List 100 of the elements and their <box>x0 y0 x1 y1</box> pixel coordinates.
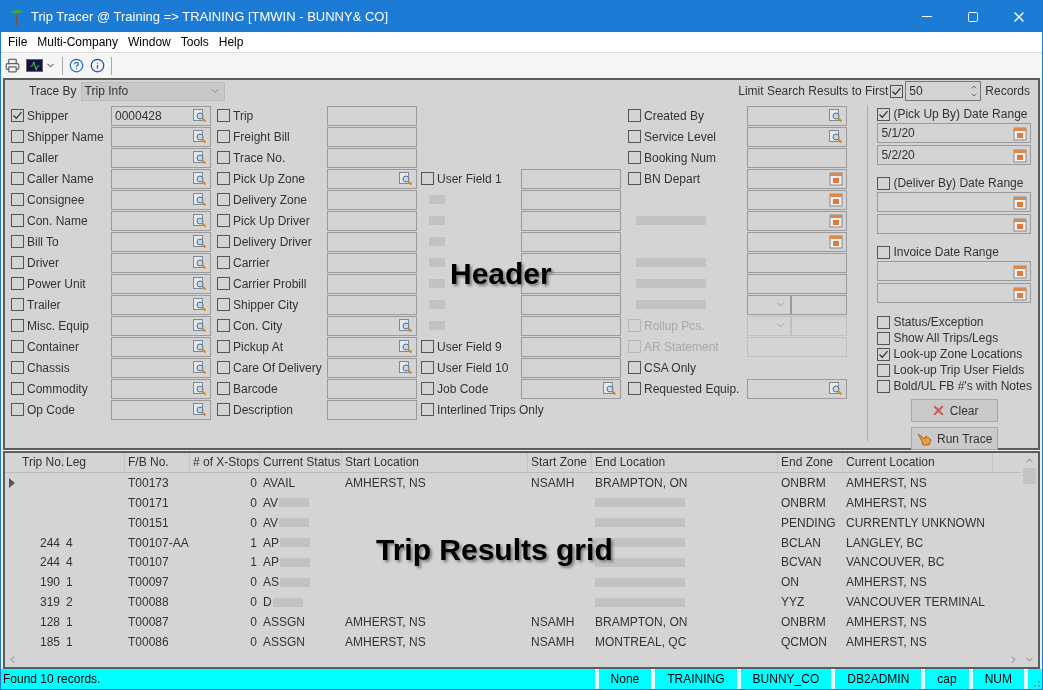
column-header[interactable]: Start Location <box>342 453 528 472</box>
lookup-icon[interactable] <box>602 381 617 396</box>
calendar-icon[interactable] <box>1013 263 1028 279</box>
lookup-icon[interactable] <box>192 171 207 186</box>
checkbox[interactable] <box>217 403 230 416</box>
input-field[interactable]: 0000428 <box>111 105 211 126</box>
input-field[interactable] <box>111 168 211 189</box>
lookup-icon[interactable] <box>398 318 413 333</box>
input-field[interactable] <box>327 210 417 231</box>
input-field[interactable] <box>877 192 1032 212</box>
lookup-icon[interactable] <box>398 360 413 375</box>
checkbox[interactable] <box>628 109 641 122</box>
column-header[interactable]: Leg <box>63 453 125 472</box>
column-header[interactable]: Trip No. <box>19 453 63 472</box>
input-field[interactable] <box>327 336 417 357</box>
lookup-icon[interactable] <box>398 339 413 354</box>
checkbox[interactable] <box>11 214 24 227</box>
input-field[interactable] <box>327 189 417 210</box>
checkbox[interactable] <box>890 84 904 98</box>
input-field[interactable] <box>327 273 417 294</box>
checkbox[interactable] <box>217 340 230 353</box>
input-field[interactable] <box>327 231 417 252</box>
menu-item[interactable]: File <box>3 33 33 51</box>
lookup-icon[interactable] <box>192 276 207 291</box>
clear-button[interactable]: Clear <box>911 399 999 422</box>
calendar-icon[interactable] <box>1013 194 1028 210</box>
input-field[interactable] <box>747 168 847 189</box>
input-field[interactable] <box>877 261 1032 281</box>
lookup-icon[interactable] <box>192 213 207 228</box>
lookup-icon[interactable] <box>192 360 207 375</box>
lookup-icon[interactable] <box>192 234 207 249</box>
input-field[interactable] <box>327 252 417 273</box>
checkbox[interactable] <box>11 109 24 122</box>
checkbox[interactable] <box>877 347 891 361</box>
lookup-icon[interactable] <box>192 192 207 207</box>
resize-grip[interactable] <box>1028 669 1042 689</box>
checkbox[interactable] <box>11 403 24 416</box>
dropdown[interactable] <box>747 294 791 315</box>
lookup-icon[interactable] <box>828 129 843 144</box>
checkbox[interactable] <box>877 315 891 329</box>
input-field[interactable] <box>521 189 621 210</box>
checkbox[interactable] <box>11 277 24 290</box>
column-header[interactable]: Current Status <box>260 453 342 472</box>
input-field[interactable] <box>521 231 621 252</box>
checkbox[interactable] <box>11 256 24 269</box>
lookup-icon[interactable] <box>192 255 207 270</box>
calendar-icon[interactable] <box>1013 125 1028 141</box>
checkbox[interactable] <box>628 172 641 185</box>
input-field[interactable] <box>747 189 847 210</box>
column-header[interactable]: Start Zone <box>528 453 592 472</box>
trace-by-dropdown[interactable]: Trip Info <box>80 81 225 101</box>
lookup-icon[interactable] <box>192 381 207 396</box>
checkbox[interactable] <box>421 382 434 395</box>
input-field[interactable] <box>747 273 847 294</box>
checkbox[interactable] <box>217 361 230 374</box>
checkbox[interactable] <box>628 151 641 164</box>
input-field[interactable] <box>111 336 211 357</box>
monitor-icon[interactable] <box>26 59 43 72</box>
checkbox[interactable] <box>217 193 230 206</box>
checkbox[interactable] <box>217 319 230 332</box>
checkbox[interactable] <box>877 331 891 345</box>
run-trace-button[interactable]: Run Trace <box>911 427 999 450</box>
records-spinner[interactable]: 50 <box>905 81 982 101</box>
input-field[interactable] <box>791 294 847 315</box>
checkbox[interactable] <box>421 361 434 374</box>
input-field[interactable] <box>111 126 211 147</box>
checkbox[interactable] <box>877 245 891 259</box>
checkbox[interactable] <box>11 340 24 353</box>
calendar-icon[interactable] <box>1013 285 1028 301</box>
lookup-icon[interactable] <box>828 108 843 123</box>
input-field[interactable] <box>327 315 417 336</box>
column-header[interactable]: F/B No. <box>125 453 190 472</box>
info-icon[interactable] <box>90 58 105 73</box>
input-field[interactable] <box>747 147 847 168</box>
calendar-icon[interactable] <box>829 213 843 228</box>
lookup-icon[interactable] <box>192 150 207 165</box>
checkbox[interactable] <box>11 361 24 374</box>
checkbox[interactable] <box>421 403 434 416</box>
calendar-icon[interactable] <box>829 192 843 207</box>
checkbox[interactable] <box>217 214 230 227</box>
column-header[interactable]: Current Location <box>843 453 993 472</box>
checkbox[interactable] <box>11 151 24 164</box>
checkbox[interactable] <box>217 382 230 395</box>
input-field[interactable] <box>747 105 847 126</box>
menu-item[interactable]: Help <box>213 33 249 51</box>
input-field[interactable] <box>521 210 621 231</box>
calendar-icon[interactable] <box>1013 216 1028 232</box>
checkbox[interactable] <box>217 151 230 164</box>
menu-item[interactable]: Multi-Company <box>32 33 124 51</box>
input-field[interactable] <box>327 294 417 315</box>
lookup-icon[interactable] <box>192 318 207 333</box>
checkbox[interactable] <box>217 277 230 290</box>
input-field[interactable] <box>327 126 417 147</box>
input-field[interactable] <box>111 294 211 315</box>
checkbox[interactable] <box>421 172 434 185</box>
input-field[interactable] <box>747 210 847 231</box>
checkbox[interactable] <box>217 298 230 311</box>
checkbox[interactable] <box>877 107 891 121</box>
input-field[interactable] <box>791 315 847 336</box>
input-field[interactable] <box>521 315 621 336</box>
